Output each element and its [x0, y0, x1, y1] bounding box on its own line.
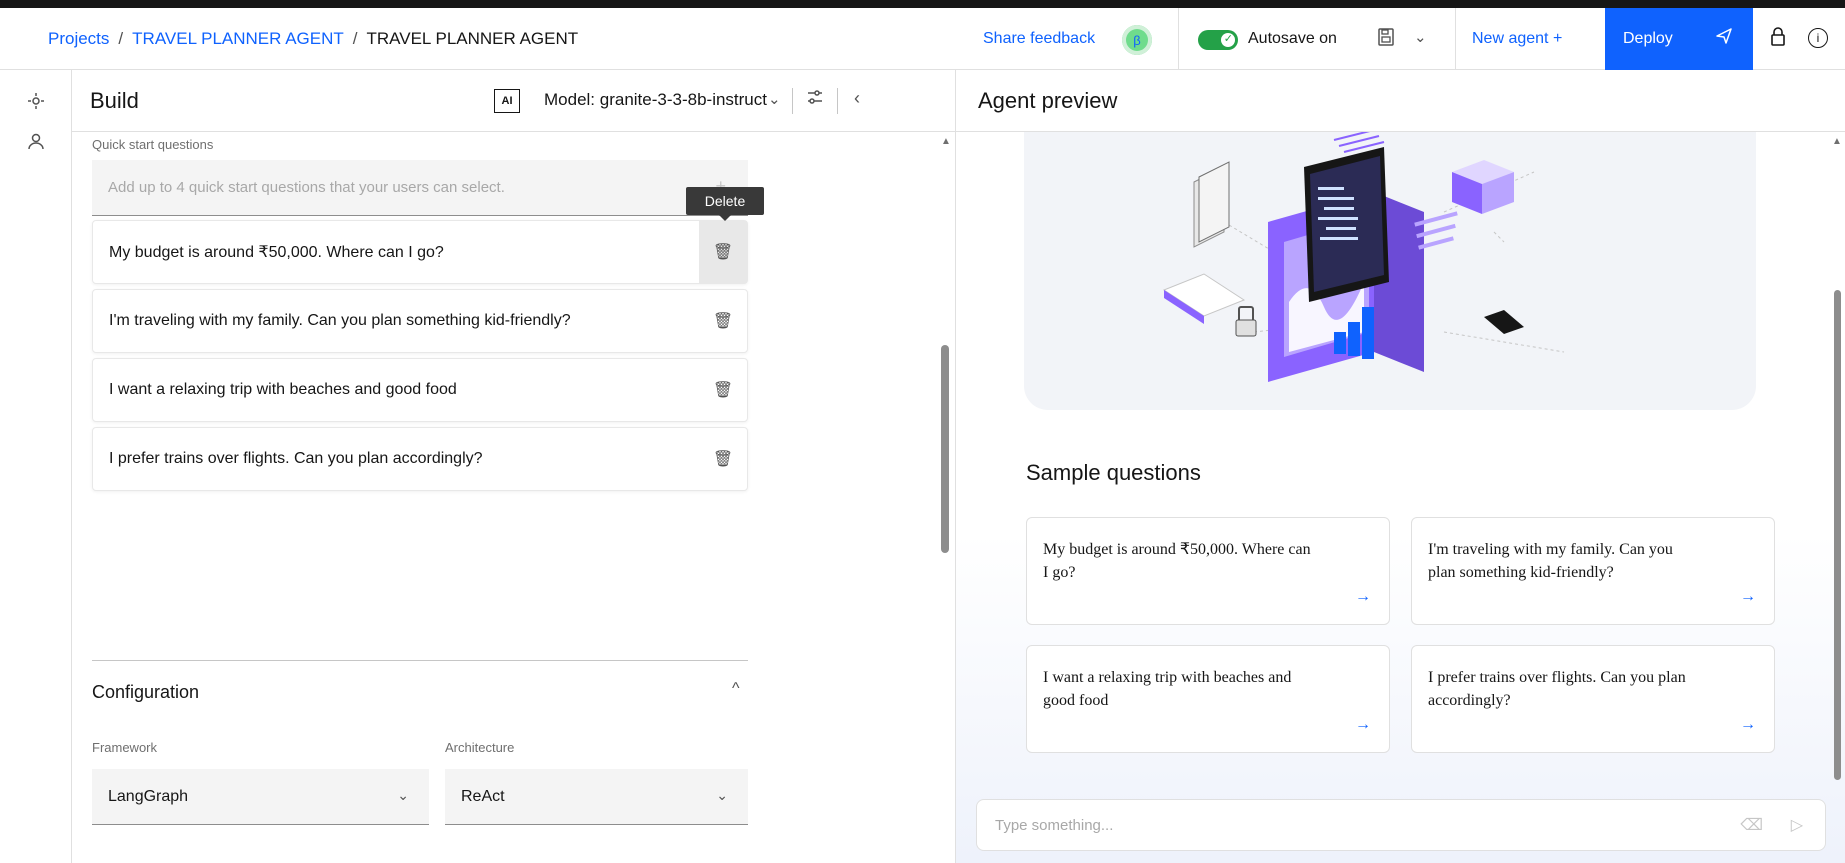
architecture-label: Architecture: [445, 740, 515, 755]
build-scrollbar-thumb[interactable]: [941, 345, 949, 553]
delete-tooltip: Delete: [686, 187, 764, 221]
send-icon[interactable]: ▷: [1791, 815, 1803, 835]
sample-question-text: I'm traveling with my family. Can you pl…: [1428, 541, 1673, 582]
share-feedback-link[interactable]: Share feedback: [983, 8, 1095, 70]
architecture-value: ReAct: [461, 787, 505, 805]
chevron-left-icon[interactable]: ‹: [854, 88, 860, 109]
arrow-right-icon: →: [1740, 587, 1756, 605]
sample-question-card[interactable]: I'm traveling with my family. Can you pl…: [1411, 517, 1775, 625]
chevron-down-icon: ⌄: [397, 787, 409, 803]
breadcrumb-current: TRAVEL PLANNER AGENT: [366, 29, 579, 48]
new-agent-button[interactable]: New agent +: [1472, 8, 1562, 70]
header-divider: [1455, 8, 1456, 70]
scroll-up-arrow[interactable]: ▲: [1832, 136, 1842, 147]
info-icon[interactable]: i: [1808, 28, 1828, 48]
preview-title: Agent preview: [978, 88, 1118, 113]
delete-icon[interactable]: 🗑: [699, 221, 747, 283]
header-divider: [837, 88, 838, 114]
sample-question-text: I prefer trains over flights. Can you pl…: [1428, 669, 1686, 710]
sample-question-card[interactable]: I prefer trains over flights. Can you pl…: [1411, 645, 1775, 753]
ai-badge: AI: [494, 89, 520, 113]
check-icon: ✓: [1223, 33, 1233, 45]
deploy-label: Deploy: [1623, 30, 1673, 47]
settings-sliders-icon[interactable]: [806, 88, 824, 111]
quick-start-question[interactable]: My budget is around ₹50,000. Where can I…: [92, 220, 748, 284]
autosave-label: Autosave on: [1248, 30, 1337, 47]
preview-scrollbar-thumb[interactable]: [1834, 290, 1841, 780]
user-icon[interactable]: [27, 132, 45, 155]
arrow-right-icon: →: [1355, 587, 1371, 605]
quick-start-question[interactable]: I prefer trains over flights. Can you pl…: [92, 427, 748, 491]
framework-select[interactable]: LangGraph ⌄: [92, 769, 429, 825]
architecture-select[interactable]: ReAct ⌄: [445, 769, 748, 825]
breadcrumb-separator: /: [118, 29, 124, 48]
chat-input-placeholder: Type something...: [995, 816, 1114, 834]
quick-start-input[interactable]: Add up to 4 quick start questions that y…: [92, 160, 748, 216]
delete-icon[interactable]: 🗑: [699, 290, 747, 352]
chevron-down-icon[interactable]: ⌄: [768, 90, 781, 108]
breadcrumb-separator: /: [352, 29, 358, 48]
autosave-toggle[interactable]: ✓: [1198, 30, 1238, 50]
breadcrumb-project-link[interactable]: TRAVEL PLANNER AGENT: [132, 29, 344, 49]
chevron-down-icon[interactable]: ⌄: [1414, 28, 1427, 46]
tools-icon[interactable]: [27, 92, 45, 115]
header-divider: [792, 88, 793, 114]
breadcrumb-projects-link[interactable]: Projects: [48, 29, 109, 49]
left-rail: [0, 70, 72, 863]
question-text: I want a relaxing trip with beaches and …: [109, 381, 457, 398]
build-panel-header: Build AI Model: granite-3-3-8b-instruct …: [72, 70, 955, 132]
arrow-right-icon: →: [1355, 715, 1371, 733]
sample-question-card[interactable]: My budget is around ₹50,000. Where can I…: [1026, 517, 1390, 625]
header-divider: [1178, 8, 1179, 70]
breadcrumb: Projects / TRAVEL PLANNER AGENT / TRAVEL…: [48, 8, 578, 70]
quick-start-placeholder: Add up to 4 quick start questions that y…: [108, 179, 505, 196]
model-selector[interactable]: Model: granite-3-3-8b-instruct: [544, 90, 767, 110]
chevron-down-icon: ⌄: [716, 787, 728, 803]
clear-icon[interactable]: ⌫: [1740, 815, 1763, 835]
sample-questions-title: Sample questions: [1026, 460, 1201, 485]
agent-illustration: [1024, 132, 1756, 410]
framework-label: Framework: [92, 740, 158, 755]
section-divider: [92, 660, 748, 661]
chat-input[interactable]: Type something... ⌫ ▷: [976, 799, 1826, 851]
scroll-up-arrow[interactable]: ▲: [941, 136, 951, 147]
preview-panel-body: Sample questions My budget is around ₹50…: [955, 132, 1845, 863]
send-icon: [1715, 27, 1733, 51]
quick-start-label: Quick start questions: [92, 137, 214, 152]
question-text: I prefer trains over flights. Can you pl…: [109, 450, 483, 467]
delete-icon[interactable]: 🗑: [699, 428, 747, 490]
framework-value: LangGraph: [108, 787, 189, 805]
sample-question-card[interactable]: I want a relaxing trip with beaches and …: [1026, 645, 1390, 753]
sample-question-text: I want a relaxing trip with beaches and …: [1043, 669, 1292, 710]
save-icon[interactable]: [1378, 28, 1394, 51]
configuration-title[interactable]: Configuration: [92, 682, 199, 703]
deploy-button[interactable]: Deploy: [1605, 8, 1753, 70]
chevron-up-icon[interactable]: ^: [732, 680, 740, 698]
preview-panel-header: Agent preview: [955, 70, 1845, 132]
arrow-right-icon: →: [1740, 715, 1756, 733]
top-edge-bar: [0, 0, 1845, 8]
quick-start-question[interactable]: I want a relaxing trip with beaches and …: [92, 358, 748, 422]
app-header: Projects / TRAVEL PLANNER AGENT / TRAVEL…: [0, 8, 1845, 70]
quick-start-question[interactable]: I'm traveling with my family. Can you pl…: [92, 289, 748, 353]
build-title: Build: [90, 88, 139, 113]
sample-question-text: My budget is around ₹50,000. Where can I…: [1043, 541, 1311, 582]
avatar[interactable]: β: [1122, 25, 1152, 55]
lock-icon[interactable]: [1770, 26, 1786, 52]
question-text: I'm traveling with my family. Can you pl…: [109, 312, 571, 329]
build-panel-body: Quick start questions Add up to 4 quick …: [72, 132, 955, 863]
question-text: My budget is around ₹50,000. Where can I…: [109, 244, 444, 261]
delete-icon[interactable]: 🗑: [699, 359, 747, 421]
